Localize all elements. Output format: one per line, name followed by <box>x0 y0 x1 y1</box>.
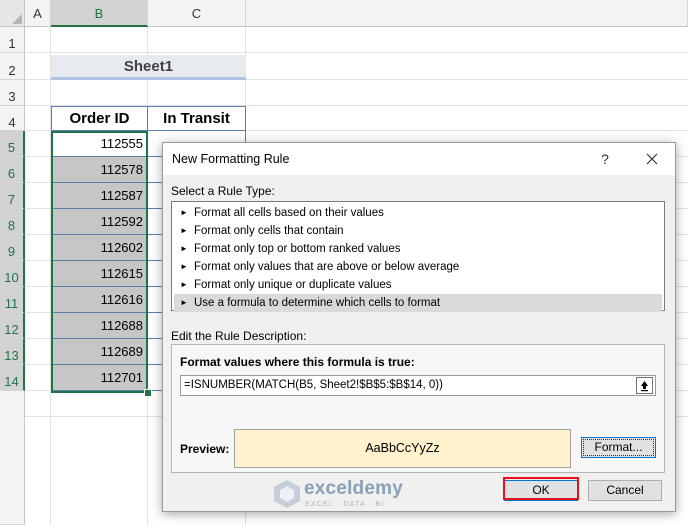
rule-type-item[interactable]: ► Format only top or bottom ranked values <box>174 240 662 258</box>
row-header[interactable]: 1 <box>0 27 25 53</box>
rule-arrow-icon: ► <box>180 208 188 217</box>
preview-label: Preview: <box>180 442 230 456</box>
sheet-title-cell[interactable]: Sheet1 <box>51 55 246 80</box>
rule-type-label: Format all cells based on their values <box>194 207 384 219</box>
rule-arrow-icon: ► <box>180 244 188 253</box>
formula-text: =ISNUMBER(MATCH(B5, Sheet2!$B$5:$B$14, 0… <box>184 379 443 391</box>
description-label: Edit the Rule Description: <box>171 329 307 343</box>
rule-type-label: Format only values that are above or bel… <box>194 261 460 273</box>
cancel-button[interactable]: Cancel <box>588 480 662 501</box>
fill-handle[interactable] <box>144 389 152 397</box>
order-id-cell[interactable]: 112592 <box>51 209 148 235</box>
new-formatting-rule-dialog: New Formatting Rule ? Select a Rule Type… <box>162 142 676 512</box>
formula-input[interactable]: =ISNUMBER(MATCH(B5, Sheet2!$B$5:$B$14, 0… <box>180 375 656 396</box>
row-header[interactable]: 5 <box>0 131 25 157</box>
header-order-id[interactable]: Order ID <box>51 106 148 131</box>
rule-arrow-icon: ► <box>180 280 188 289</box>
rule-arrow-icon: ► <box>180 298 188 307</box>
row-header[interactable]: 6 <box>0 157 25 183</box>
rule-type-item[interactable]: ► Format all cells based on their values <box>174 204 662 222</box>
watermark-tagline: EXCEL · DATA · BI <box>305 501 385 508</box>
header-in-transit[interactable]: In Transit <box>147 106 246 131</box>
watermark-name: exceldemy <box>304 478 403 499</box>
order-id-cell[interactable]: 112689 <box>51 339 148 365</box>
row-header[interactable]: 11 <box>0 287 25 313</box>
close-icon[interactable] <box>641 148 663 170</box>
rule-type-label: Select a Rule Type: <box>171 184 275 198</box>
format-preview: AaBbCcYyZz <box>234 429 571 468</box>
column-header-blank <box>246 0 688 27</box>
row-header[interactable]: 12 <box>0 313 25 339</box>
row-header[interactable]: 8 <box>0 209 25 235</box>
rule-arrow-icon: ► <box>180 262 188 271</box>
order-id-cell[interactable]: 112602 <box>51 235 148 261</box>
row-header[interactable]: 9 <box>0 235 25 261</box>
help-icon[interactable]: ? <box>595 149 615 169</box>
order-id-cell[interactable]: 112615 <box>51 261 148 287</box>
ok-button[interactable]: OK <box>504 480 578 501</box>
rule-type-label: Format only cells that contain <box>194 225 344 237</box>
dialog-title: New Formatting Rule <box>172 152 290 166</box>
exceldemy-watermark: exceldemy EXCEL · DATA · BI <box>272 478 422 514</box>
order-id-cell[interactable]: 112555 <box>51 131 148 157</box>
rule-type-label: Use a formula to determine which cells t… <box>194 297 441 309</box>
rule-type-list[interactable]: ► Format all cells based on their values ►… <box>171 201 665 312</box>
formula-label: Format values where this formula is true… <box>180 355 415 369</box>
rule-description-panel: Format values where this formula is true… <box>171 344 665 473</box>
column-header-a[interactable]: A <box>25 0 51 27</box>
rule-arrow-icon: ► <box>180 226 188 235</box>
order-id-cell[interactable]: 112616 <box>51 287 148 313</box>
rule-type-label: Format only top or bottom ranked values <box>194 243 401 255</box>
format-button[interactable]: Format... <box>581 437 656 458</box>
rule-type-label: Format only unique or duplicate values <box>194 279 392 291</box>
rule-type-item[interactable]: ► Format only unique or duplicate values <box>174 276 662 294</box>
dialog-titlebar: New Formatting Rule ? <box>163 143 675 175</box>
rule-type-item[interactable]: ► Use a formula to determine which cells … <box>174 294 662 312</box>
row-header[interactable]: 13 <box>0 339 25 365</box>
row-header-blank <box>0 391 25 525</box>
row-header[interactable]: 2 <box>0 53 25 80</box>
collapse-dialog-icon[interactable] <box>636 377 653 394</box>
row-header[interactable]: 3 <box>0 80 25 106</box>
order-id-cell[interactable]: 112701 <box>51 365 148 391</box>
order-id-cell[interactable]: 112587 <box>51 183 148 209</box>
row-header[interactable]: 10 <box>0 261 25 287</box>
select-all-corner[interactable] <box>0 0 25 27</box>
row-header[interactable]: 7 <box>0 183 25 209</box>
order-id-cell[interactable]: 112688 <box>51 313 148 339</box>
row-header[interactable]: 14 <box>0 365 25 391</box>
row-header[interactable]: 4 <box>0 106 25 131</box>
column-header-b[interactable]: B <box>51 0 148 27</box>
order-id-cell[interactable]: 112578 <box>51 157 148 183</box>
column-header-c[interactable]: C <box>148 0 246 27</box>
select-all-triangle-icon <box>12 14 22 24</box>
exceldemy-logo-icon <box>274 480 300 508</box>
rule-type-item[interactable]: ► Format only values that are above or be… <box>174 258 662 276</box>
rule-type-item[interactable]: ► Format only cells that contain <box>174 222 662 240</box>
format-button-focus-ring <box>583 439 654 456</box>
